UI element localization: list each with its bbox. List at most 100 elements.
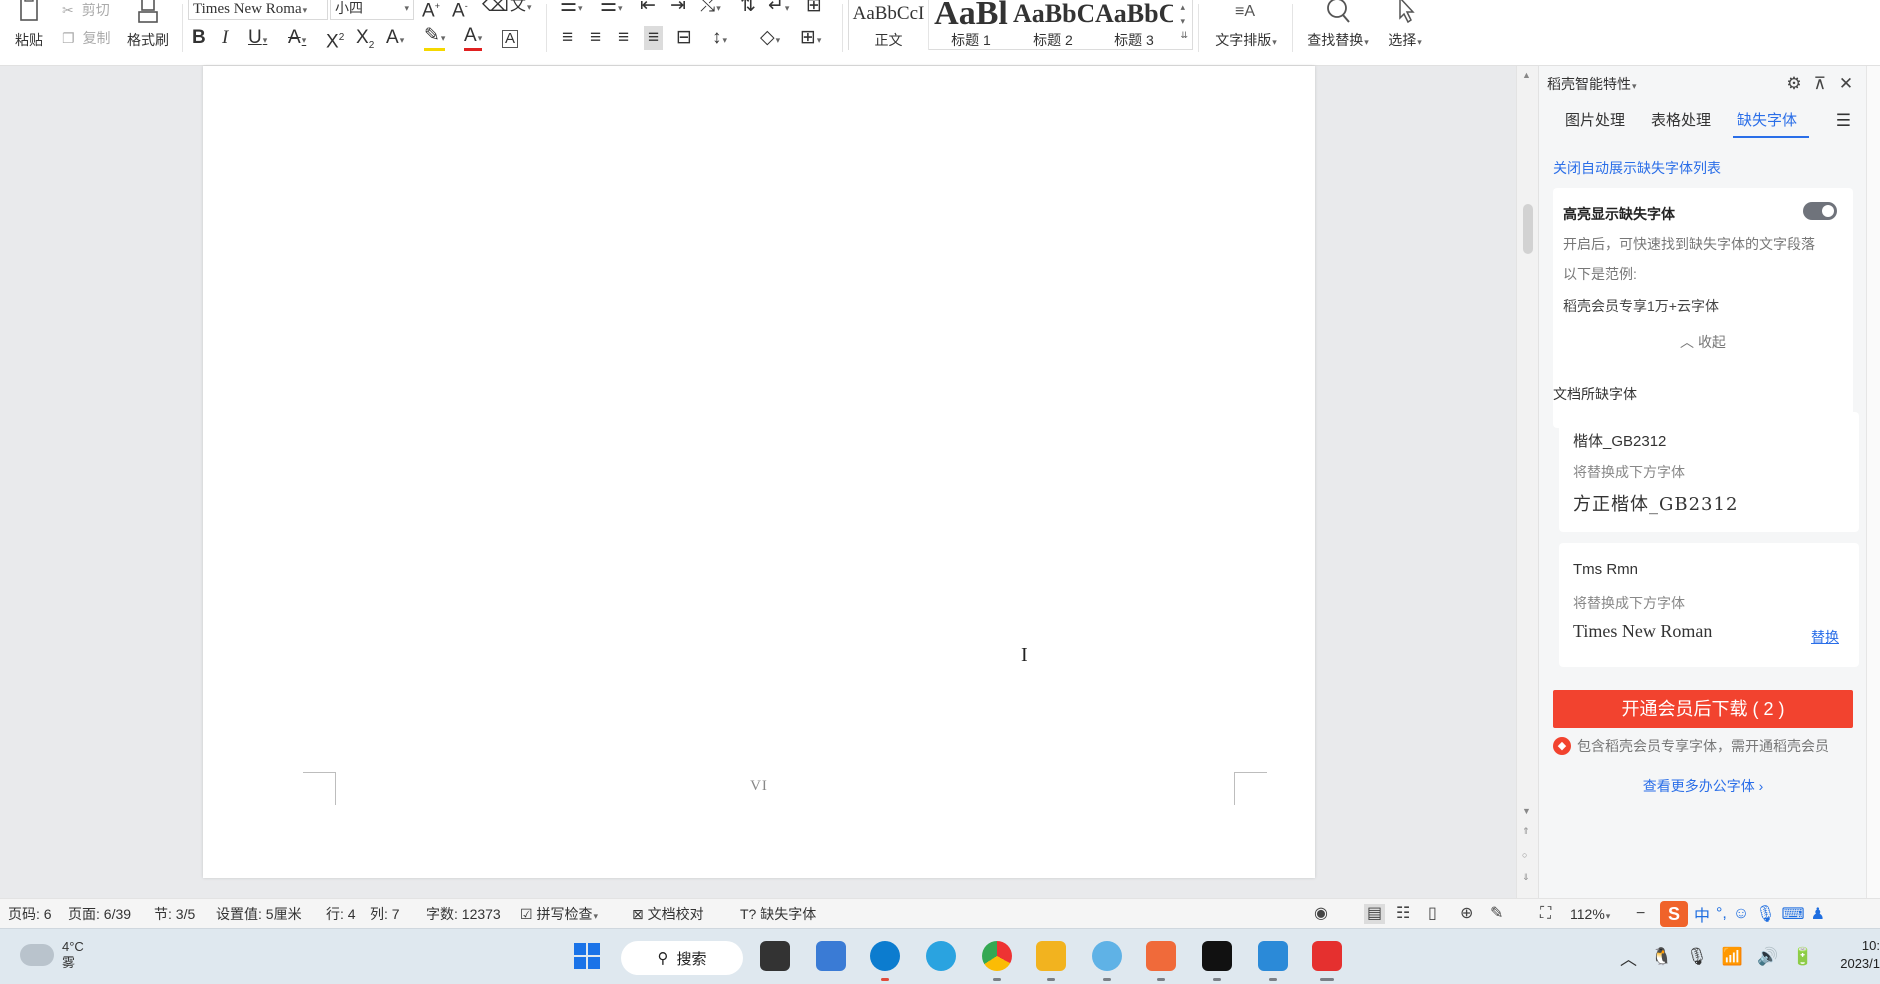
- tab-ruler-icon[interactable]: ⊞: [806, 0, 822, 18]
- pin-icon[interactable]: ⊼: [1807, 74, 1833, 94]
- prev-page-icon[interactable]: ⇑: [1522, 826, 1530, 837]
- panel-title[interactable]: 稻壳智能特性▾: [1547, 74, 1781, 94]
- decrease-indent-icon[interactable]: ⇤: [640, 0, 656, 18]
- document-canvas[interactable]: VI I: [0, 66, 1516, 898]
- outline-view-icon[interactable]: ☷: [1396, 904, 1410, 924]
- reading-view-icon[interactable]: ▯: [1428, 904, 1437, 924]
- task-view-icon[interactable]: [760, 941, 790, 971]
- tab-image-processing[interactable]: 图片处理: [1539, 104, 1637, 138]
- user-icon[interactable]: ♟: [1811, 904, 1825, 924]
- shrink-font-icon[interactable]: A-: [452, 0, 468, 23]
- paste-button[interactable]: 粘贴: [10, 0, 48, 50]
- eye-protection-icon[interactable]: ◉: [1314, 904, 1328, 924]
- jetbrains-icon[interactable]: [1202, 941, 1232, 971]
- font-color-icon[interactable]: A▾: [464, 26, 483, 51]
- qq-icon[interactable]: 🐧: [1651, 947, 1672, 967]
- input-method-bar[interactable]: S 中 °, ☺ 🎙 ⌨ ♟: [1660, 901, 1825, 927]
- status-page-code[interactable]: 页码: 6: [8, 899, 52, 929]
- shading-icon[interactable]: ◇▾: [760, 26, 780, 52]
- increase-indent-icon[interactable]: ⇥: [670, 0, 686, 18]
- chrome-icon[interactable]: [982, 941, 1012, 971]
- download-button[interactable]: 开通会员后下载 ( 2 ): [1553, 690, 1853, 728]
- align-left-icon[interactable]: ≡: [562, 26, 573, 50]
- find-replace-button[interactable]: 查找替换▾: [1300, 0, 1376, 50]
- system-clock[interactable]: 10: 2023/1: [1822, 937, 1880, 973]
- ie-browser-icon[interactable]: [926, 941, 956, 971]
- presentation-app-icon[interactable]: [1146, 941, 1176, 971]
- scroll-up-icon[interactable]: ▲: [1522, 70, 1531, 80]
- highlight-icon[interactable]: ✎▾: [424, 26, 446, 51]
- collapse-button[interactable]: ︿ 收起: [1553, 332, 1853, 352]
- status-setting[interactable]: 设置值: 5厘米: [216, 899, 302, 929]
- underline-icon[interactable]: U▾: [248, 26, 267, 52]
- clear-format-icon[interactable]: ⌫: [482, 0, 509, 18]
- scroll-down-icon[interactable]: ▼: [1522, 806, 1531, 816]
- vertical-scrollbar[interactable]: ▲ ▼ ⇑ ○ ⇓: [1516, 66, 1538, 898]
- line-spacing-icon[interactable]: ↕▾: [712, 26, 727, 52]
- status-word-count[interactable]: 字数: 12373: [426, 899, 501, 929]
- battery-icon[interactable]: 🔋: [1792, 947, 1813, 967]
- font-size-select[interactable]: 小四 ▾: [330, 0, 414, 20]
- style-heading-3[interactable]: AaBbC 标题 3: [1095, 0, 1173, 50]
- bold-icon[interactable]: B: [192, 26, 206, 50]
- font-name-select[interactable]: Times New Roma▾: [188, 0, 328, 20]
- align-center-icon[interactable]: ≡: [590, 26, 601, 50]
- scroll-thumb[interactable]: [1523, 204, 1533, 254]
- tab-table-processing[interactable]: 表格处理: [1637, 104, 1723, 138]
- highlight-toggle[interactable]: [1803, 202, 1837, 220]
- emoji-icon[interactable]: ☺: [1733, 905, 1749, 923]
- show-marks-icon[interactable]: ↵▾: [768, 0, 789, 20]
- gallery-scroll-icon[interactable]: ▴ ▾ ⇊: [1180, 0, 1188, 42]
- file-explorer-icon[interactable]: [1036, 941, 1066, 971]
- bullet-list-icon[interactable]: ☰▾: [560, 0, 583, 20]
- text-effect-icon[interactable]: A▾: [386, 26, 404, 52]
- char-border-icon[interactable]: A: [502, 30, 519, 48]
- weather-widget[interactable]: 4°C 雾: [20, 939, 84, 971]
- numbered-list-icon[interactable]: ☰▾: [600, 0, 623, 20]
- grow-font-icon[interactable]: A+: [422, 0, 440, 23]
- subscript-icon[interactable]: X2: [356, 26, 374, 58]
- zoom-out-icon[interactable]: −: [1636, 904, 1645, 924]
- tab-missing-fonts[interactable]: 缺失字体: [1723, 104, 1810, 138]
- next-page-icon[interactable]: ⇓: [1522, 872, 1530, 883]
- microphone-icon[interactable]: 🎙: [1686, 947, 1708, 967]
- volume-icon[interactable]: 🔊: [1757, 947, 1778, 967]
- replace-link[interactable]: 替换: [1811, 627, 1839, 647]
- web-view-icon[interactable]: ⊕: [1460, 904, 1473, 924]
- pinyin-icon[interactable]: 文▾: [510, 0, 532, 19]
- status-row[interactable]: 行: 4: [326, 899, 356, 929]
- more-fonts-link[interactable]: 查看更多办公字体 ›: [1553, 776, 1853, 796]
- keyboard-icon[interactable]: ⌨: [1782, 904, 1805, 924]
- gear-icon[interactable]: ⚙: [1781, 74, 1807, 94]
- hamburger-menu-icon[interactable]: ☰: [1836, 104, 1851, 138]
- fit-page-icon[interactable]: ⛶: [1540, 904, 1551, 924]
- missing-font-status-button[interactable]: T? 缺失字体: [740, 899, 816, 929]
- style-heading-1[interactable]: AaBl 标题 1: [931, 0, 1011, 50]
- justify-icon[interactable]: ≡: [644, 26, 664, 50]
- select-browse-icon[interactable]: ○: [1522, 850, 1527, 860]
- punctuation-icon[interactable]: °,: [1716, 905, 1727, 923]
- italic-icon[interactable]: I: [222, 26, 228, 50]
- status-page[interactable]: 页面: 6/39: [68, 899, 131, 929]
- superscript-icon[interactable]: X2: [326, 26, 344, 54]
- notepad-icon[interactable]: [1258, 941, 1288, 971]
- side-toolbar-strip[interactable]: [1866, 66, 1880, 898]
- sort-icon[interactable]: ⇅: [740, 0, 756, 18]
- align-right-icon[interactable]: ≡: [618, 26, 629, 50]
- voice-icon[interactable]: 🎙: [1755, 904, 1775, 924]
- cut-button[interactable]: ✂ 剪切: [62, 0, 110, 20]
- zoom-select[interactable]: 112%▾: [1570, 899, 1610, 931]
- wifi-icon[interactable]: 📶: [1722, 947, 1743, 967]
- distributed-icon[interactable]: ⊟: [676, 26, 692, 50]
- wps-office-icon[interactable]: [1312, 941, 1342, 971]
- windows-start-icon[interactable]: [572, 941, 602, 971]
- border-icon[interactable]: ⊞▾: [800, 26, 821, 52]
- write-mode-icon[interactable]: ✎: [1490, 904, 1503, 924]
- style-heading-2[interactable]: AaBbC 标题 2: [1013, 0, 1093, 50]
- chinese-layout-icon[interactable]: ⤯▾: [700, 0, 721, 20]
- spell-check-button[interactable]: ☑ 拼写检查▾: [520, 899, 598, 931]
- close-icon[interactable]: ✕: [1833, 74, 1859, 94]
- edge-browser-icon[interactable]: [870, 941, 900, 971]
- taskbar-search[interactable]: ⚲ 搜索: [621, 941, 743, 975]
- chinese-mode-icon[interactable]: 中: [1694, 902, 1710, 926]
